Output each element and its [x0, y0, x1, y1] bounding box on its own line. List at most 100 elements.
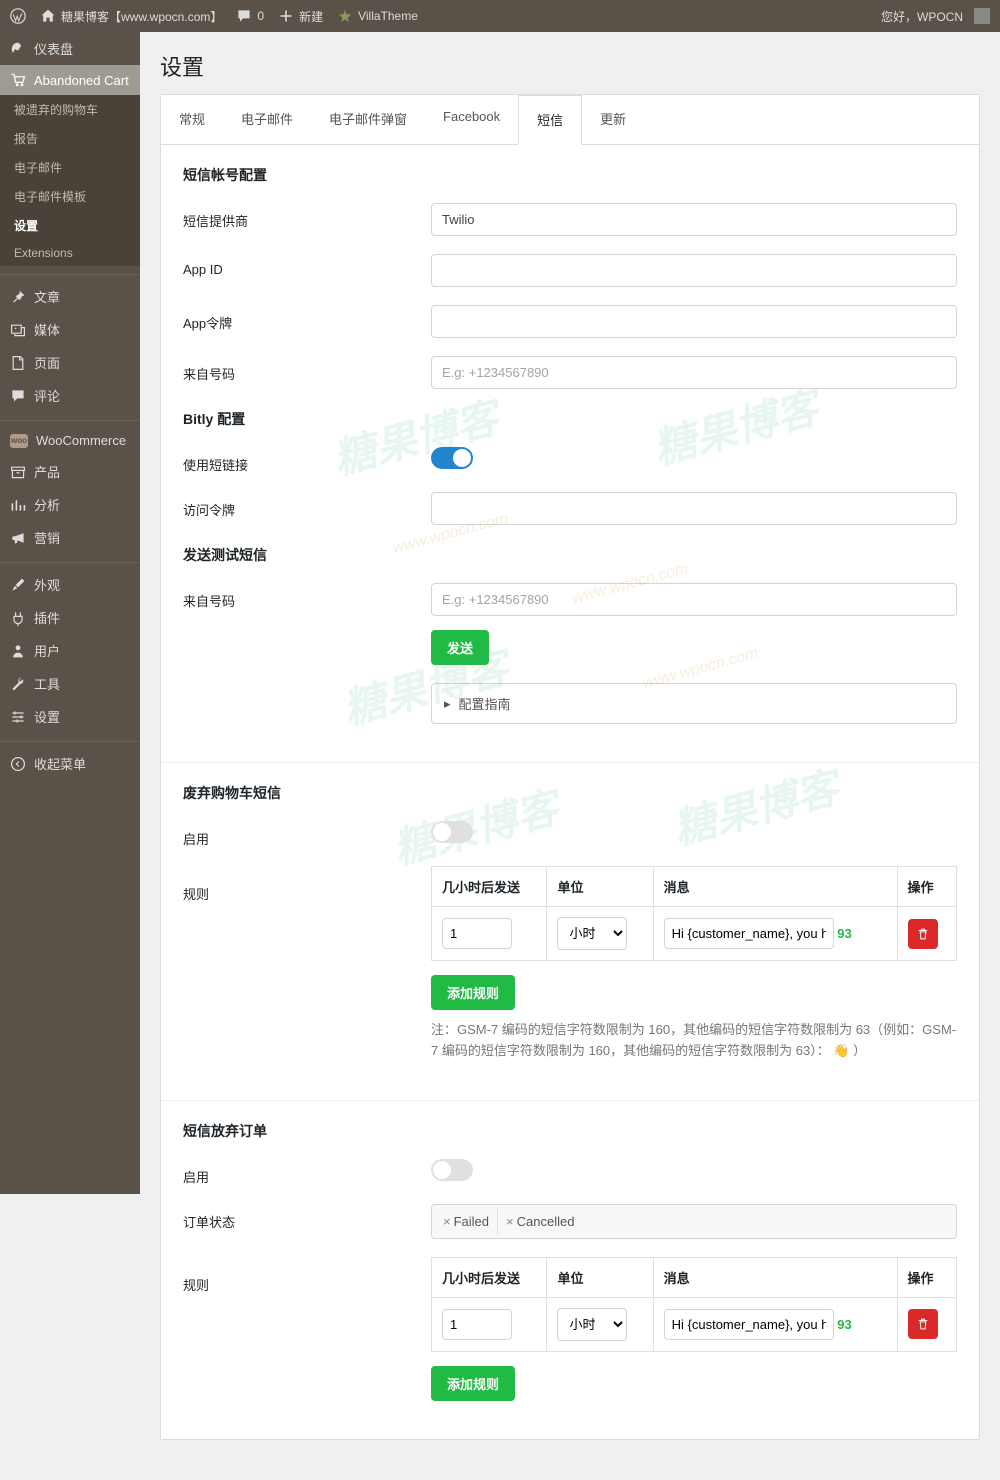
megaphone-icon: [10, 530, 26, 546]
app-token-input[interactable]: [431, 305, 957, 338]
hours-input-2[interactable]: [442, 1309, 512, 1340]
sidebar-item-plugins[interactable]: 插件: [0, 601, 140, 634]
test-from-input[interactable]: [431, 583, 957, 616]
add-rule-button-2[interactable]: 添加规则: [431, 1366, 515, 1401]
site-name: 糖果博客【www.wpocn.com】: [61, 8, 222, 25]
col-action: 操作: [897, 867, 957, 907]
col-action-2: 操作: [897, 1257, 957, 1297]
unit-select-2[interactable]: 小时: [557, 1308, 627, 1341]
home-icon: [40, 8, 56, 24]
bitly-token-input[interactable]: [431, 492, 957, 525]
plus-icon: [278, 8, 294, 24]
pin-icon: [10, 289, 26, 305]
from-number-label: 来自号码: [183, 356, 431, 383]
wrench-icon: [10, 676, 26, 692]
comments-link[interactable]: 0: [236, 8, 264, 24]
sidebar-item-marketing[interactable]: 营销: [0, 521, 140, 554]
sidebar-sub-email[interactable]: 电子邮件: [0, 153, 140, 182]
abandoned-enable-toggle[interactable]: [431, 821, 473, 843]
sidebar-item-posts[interactable]: 文章: [0, 274, 140, 313]
msg-input-2[interactable]: [664, 1309, 834, 1340]
col-unit: 单位: [547, 867, 653, 907]
delete-button-2[interactable]: [908, 1309, 938, 1339]
col-unit-2: 单位: [547, 1257, 653, 1297]
chart-icon: [10, 497, 26, 513]
sidebar-item-settings[interactable]: 设置: [0, 700, 140, 733]
sidebar-item-users[interactable]: 用户: [0, 634, 140, 667]
shortlink-label: 使用短链接: [183, 447, 431, 474]
sidebar-item-products[interactable]: 产品: [0, 455, 140, 488]
sidebar-item-pages[interactable]: 页面: [0, 346, 140, 379]
sidebar-sub-abandoned[interactable]: 被遗弃的购物车: [0, 95, 140, 124]
hours-input[interactable]: [442, 918, 512, 949]
col-msg-2: 消息: [653, 1257, 897, 1297]
note-text: 注：GSM-7 编码的短信字符数限制为 160，其他编码的短信字符数限制为 63…: [431, 1020, 957, 1062]
tab-email-popup[interactable]: 电子邮件弹窗: [311, 95, 425, 144]
tag-failed[interactable]: ×Failed: [435, 1208, 498, 1235]
sidebar-collapse[interactable]: 收起菜单: [0, 741, 140, 780]
remove-icon[interactable]: ×: [506, 1214, 514, 1229]
sidebar-sub-email-tpl[interactable]: 电子邮件模板: [0, 182, 140, 211]
comment-icon: [236, 8, 252, 24]
sidebar-item-dashboard[interactable]: 仪表盘: [0, 32, 140, 65]
app-id-input[interactable]: [431, 254, 957, 287]
provider-label: 短信提供商: [183, 203, 431, 230]
unit-select[interactable]: 小时: [557, 917, 627, 950]
tab-email[interactable]: 电子邮件: [223, 95, 311, 144]
sidebar-sub-extensions[interactable]: Extensions: [0, 240, 140, 266]
sidebar-item-comments[interactable]: 评论: [0, 379, 140, 412]
rules-label: 规则: [183, 866, 431, 903]
settings-panel: 糖果博客 糖果博客 www.wpocn.com www.wpocn.com 糖果…: [160, 94, 980, 1440]
sidebar-item-woocommerce[interactable]: woo WooCommerce: [0, 420, 140, 455]
col-msg: 消息: [653, 867, 897, 907]
add-rule-button[interactable]: 添加规则: [431, 975, 515, 1010]
provider-input[interactable]: [431, 203, 957, 236]
rules-table: 几小时后发送 单位 消息 操作 小时 93: [431, 866, 957, 961]
sidebar-item-media[interactable]: 媒体: [0, 313, 140, 346]
dashboard-icon: [10, 41, 26, 57]
sidebar-sub-reports[interactable]: 报告: [0, 124, 140, 153]
enable-label-2: 启用: [183, 1159, 431, 1186]
send-button[interactable]: 发送: [431, 630, 489, 665]
from-number-input[interactable]: [431, 356, 957, 389]
guide-box[interactable]: ▸ 配置指南: [431, 683, 957, 724]
tab-sms[interactable]: 短信: [518, 95, 582, 145]
tag-cancelled[interactable]: ×Cancelled: [498, 1208, 582, 1235]
tab-general[interactable]: 常规: [161, 95, 223, 144]
site-link[interactable]: 糖果博客【www.wpocn.com】: [40, 8, 222, 25]
char-count-2: 93: [837, 1317, 851, 1332]
shortlink-toggle[interactable]: [431, 447, 473, 469]
collapse-icon: [10, 756, 26, 772]
content-area: 设置 糖果博客 糖果博客 www.wpocn.com www.wpocn.com…: [140, 32, 1000, 1480]
delete-button[interactable]: [908, 919, 938, 949]
admin-sidebar: 仪表盘 Abandoned Cart 被遗弃的购物车 报告 电子邮件 电子邮件模…: [0, 32, 140, 1194]
col-hours: 几小时后发送: [432, 867, 547, 907]
avatar: [974, 8, 990, 24]
brush-icon: [10, 577, 26, 593]
table-row: 小时 93: [432, 907, 957, 961]
rules-label-2: 规则: [183, 1257, 431, 1294]
villatheme-link[interactable]: VillaTheme: [337, 8, 418, 24]
sidebar-item-appearance[interactable]: 外观: [0, 562, 140, 601]
star-icon: [337, 8, 353, 24]
user-greeting[interactable]: 您好，WPOCN: [881, 8, 990, 25]
tab-facebook[interactable]: Facebook: [425, 95, 518, 144]
test-sms-title: 发送测试短信: [183, 545, 957, 565]
sidebar-item-analytics[interactable]: 分析: [0, 488, 140, 521]
status-tags[interactable]: ×Failed ×Cancelled: [431, 1204, 957, 1239]
tab-update[interactable]: 更新: [582, 95, 644, 144]
char-count: 93: [837, 926, 851, 941]
trash-icon: [916, 927, 930, 941]
order-enable-toggle[interactable]: [431, 1159, 473, 1181]
msg-input[interactable]: [664, 918, 834, 949]
new-link[interactable]: 新建: [278, 8, 323, 25]
sidebar-sub-settings[interactable]: 设置: [0, 211, 140, 240]
tabs: 常规 电子邮件 电子邮件弹窗 Facebook 短信 更新: [161, 95, 979, 145]
archive-icon: [10, 464, 26, 480]
test-from-label: 来自号码: [183, 583, 431, 610]
trash-icon: [916, 1317, 930, 1331]
wp-logo[interactable]: [10, 8, 26, 24]
sidebar-item-abandoned-cart[interactable]: Abandoned Cart: [0, 65, 140, 95]
remove-icon[interactable]: ×: [443, 1214, 451, 1229]
sidebar-item-tools[interactable]: 工具: [0, 667, 140, 700]
